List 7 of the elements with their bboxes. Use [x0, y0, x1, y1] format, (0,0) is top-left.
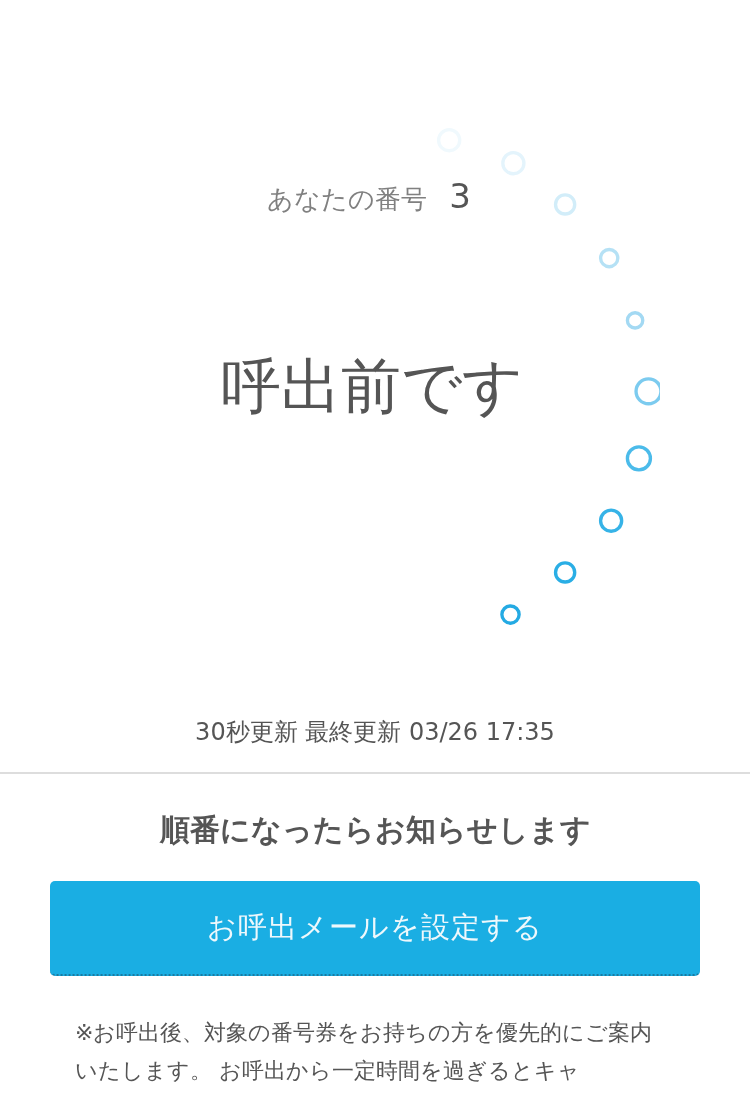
- notify-heading: 順番になったらお知らせします: [159, 811, 591, 849]
- ticket-number: 3: [449, 176, 471, 216]
- ticket-number-label: あなたの番号: [267, 183, 428, 216]
- update-info: 30秒更新 最終更新 03/26 17:35: [195, 717, 555, 748]
- notice-text: ※お呼出後、対象の番号券をお持ちの方を優先的にご案内いたします。 お呼出から一定時間を過ぎるとキャ: [75, 1019, 654, 1085]
- set-call-mail-button[interactable]: お呼出メールを設定する: [50, 881, 700, 976]
- call-status: 呼出前です: [221, 350, 523, 423]
